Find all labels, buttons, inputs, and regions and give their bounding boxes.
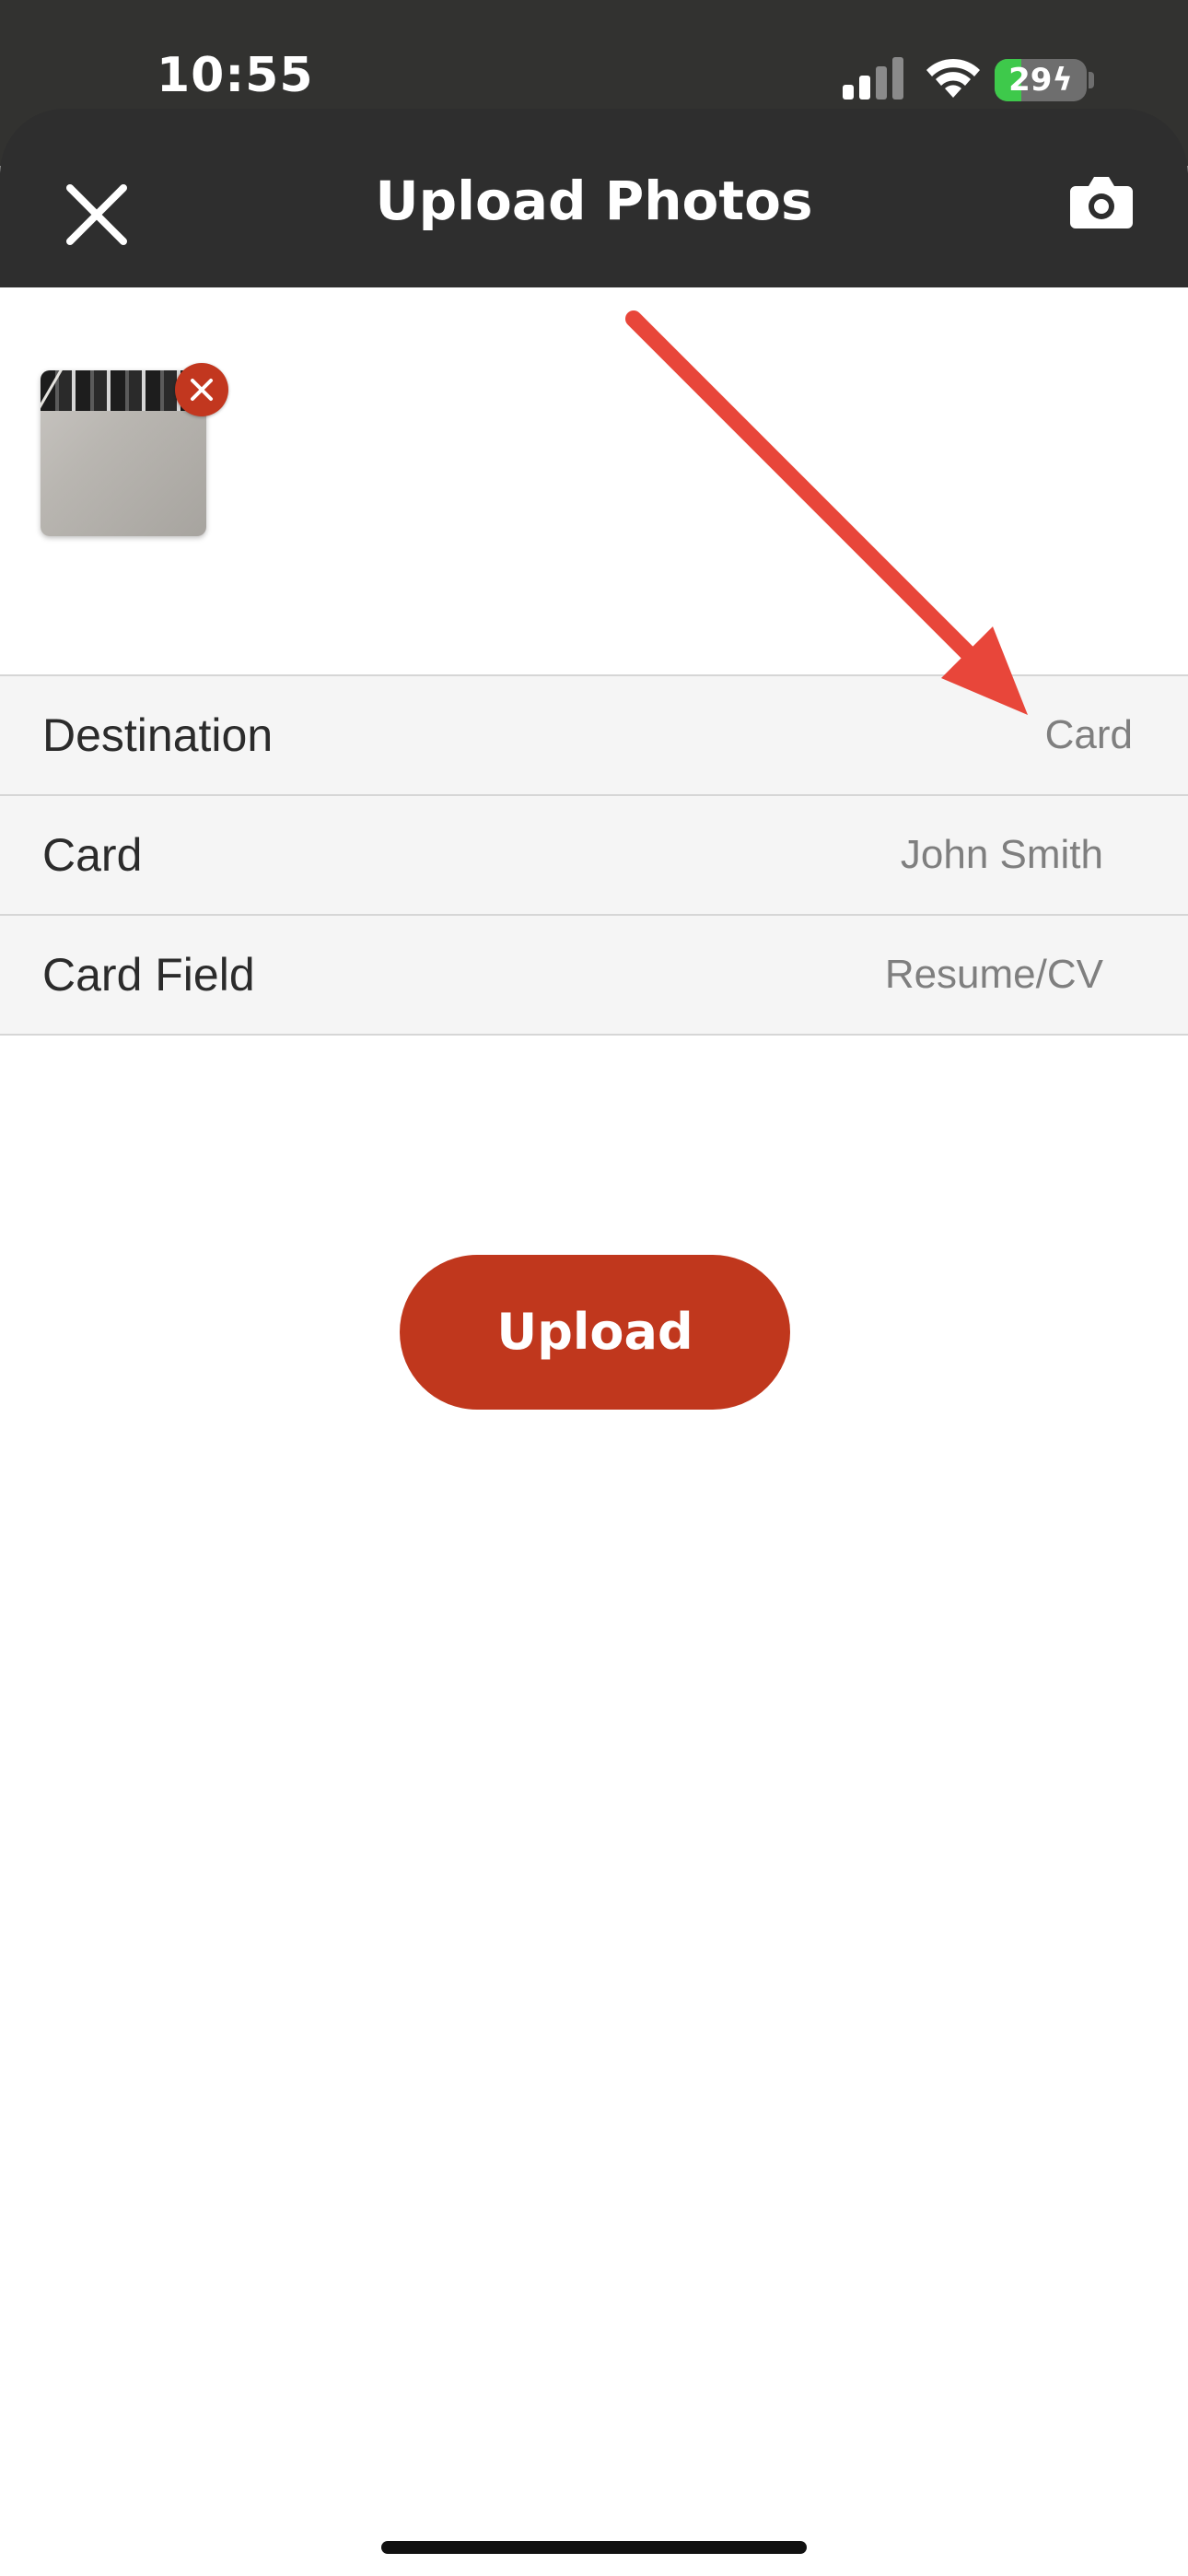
upload-settings-list: Destination Card Card John Smith Card Fi… (0, 674, 1188, 1036)
charging-bolt-icon: ϟ (1052, 62, 1073, 99)
cellular-signal-icon (843, 57, 903, 100)
row-value: Resume/CV (884, 952, 1103, 997)
row-label: Card Field (42, 949, 255, 1001)
card-row[interactable]: Card John Smith (0, 794, 1188, 914)
row-label: Destination (42, 709, 274, 761)
remove-icon[interactable] (175, 363, 228, 416)
row-label: Card (42, 829, 143, 881)
status-time: 10:55 (157, 48, 314, 103)
page-title: Upload Photos (375, 170, 813, 232)
camera-icon[interactable] (1068, 171, 1135, 230)
battery-icon: 29ϟ (995, 59, 1087, 101)
upload-button[interactable]: Upload (400, 1255, 790, 1410)
battery-percent: 29 (1008, 62, 1053, 99)
card-field-row[interactable]: Card Field Resume/CV (0, 914, 1188, 1036)
destination-row[interactable]: Destination Card (0, 674, 1188, 794)
row-value: John Smith (900, 832, 1103, 877)
wifi-icon (926, 58, 980, 98)
modal-header: Upload Photos (0, 109, 1188, 287)
battery-nub (1089, 72, 1094, 88)
home-indicator (381, 2541, 807, 2554)
row-value: Card (1044, 712, 1133, 757)
